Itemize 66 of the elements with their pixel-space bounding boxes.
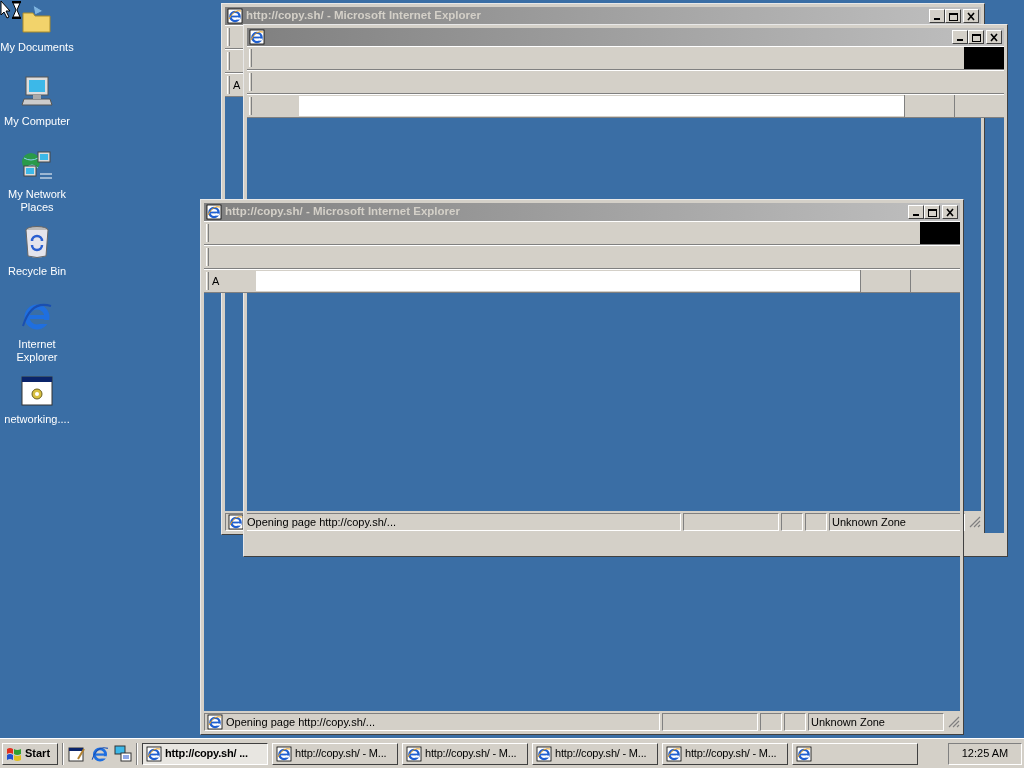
zone-panel: Unknown Zone [829, 513, 965, 531]
page-icon [228, 514, 244, 530]
minimize-icon [934, 18, 940, 20]
screens-icon[interactable] [114, 744, 132, 763]
minimize-button[interactable] [929, 9, 945, 23]
icon-label[interactable]: My Network Places [0, 188, 74, 214]
icon-label[interactable]: My Documents [0, 41, 74, 54]
minimize-icon [957, 39, 963, 41]
status-panel [784, 713, 806, 731]
busy-cursor-icon [0, 0, 22, 20]
address-field[interactable] [299, 96, 904, 116]
icon-label[interactable]: Recycle Bin [7, 265, 67, 278]
status-text: Opening page http://copy.sh/... [247, 514, 396, 530]
minimize-button[interactable] [952, 30, 968, 44]
page-icon [406, 745, 422, 762]
maximize-button[interactable] [945, 9, 961, 23]
address-label: A [233, 77, 241, 93]
close-button[interactable] [942, 205, 958, 219]
e-logo-icon[interactable] [91, 744, 109, 763]
close-icon [989, 32, 999, 42]
logo-panel [964, 47, 1004, 69]
minimize-button[interactable] [908, 205, 924, 219]
network-computers-icon[interactable] [20, 150, 54, 182]
page-icon [276, 745, 292, 762]
window-title: http://copy.sh/ - Microsoft Internet Explorer [225, 204, 460, 220]
page-icon [146, 745, 162, 762]
close-icon [966, 11, 976, 21]
close-icon [945, 207, 955, 217]
folder-icon[interactable] [21, 3, 53, 35]
task-button[interactable]: http://copy.sh/ ... [142, 742, 268, 765]
waste-bin-icon[interactable] [23, 225, 51, 259]
page-icon [207, 714, 223, 730]
close-button[interactable] [963, 9, 979, 23]
status-panel [760, 713, 782, 731]
task-button[interactable]: http://copy.sh/ - M... [402, 742, 528, 765]
minimize-icon [913, 214, 919, 216]
icon-label[interactable]: Internet Explorer [0, 338, 74, 364]
maximize-button[interactable] [968, 30, 984, 44]
clock-text: 12:25 AM [961, 746, 1009, 762]
computer-icon[interactable] [21, 75, 53, 109]
zone-panel: Unknown Zone [808, 713, 944, 731]
status-panel [781, 513, 803, 531]
icon-label[interactable]: networking.... [4, 413, 70, 426]
start-button[interactable]: Start [2, 742, 58, 765]
maximize-icon [948, 11, 958, 21]
program-window-icon[interactable] [21, 375, 53, 407]
maximize-icon [927, 207, 937, 217]
page-icon [536, 745, 552, 762]
task-button[interactable]: http://copy.sh/ - M... [532, 742, 658, 765]
desktop-shortcut-icon[interactable] [68, 744, 86, 763]
task-button[interactable]: http://copy.sh/ - M... [272, 742, 398, 765]
status-panel [805, 513, 827, 531]
address-label: A [212, 273, 220, 289]
page-icon [796, 745, 812, 762]
task-button[interactable] [792, 742, 918, 765]
maximize-button[interactable] [924, 205, 940, 219]
windows-flag-icon [6, 746, 22, 761]
status-text: Opening page http://copy.sh/... [226, 714, 375, 730]
page-icon [666, 745, 682, 762]
task-button[interactable]: http://copy.sh/ - M... [662, 742, 788, 765]
icon-label[interactable]: My Computer [4, 115, 70, 128]
close-button[interactable] [986, 30, 1002, 44]
address-field[interactable] [256, 271, 860, 291]
maximize-icon [971, 32, 981, 42]
window-title: http://copy.sh/ - Microsoft Internet Explorer [246, 8, 481, 24]
logo-panel [920, 222, 960, 244]
